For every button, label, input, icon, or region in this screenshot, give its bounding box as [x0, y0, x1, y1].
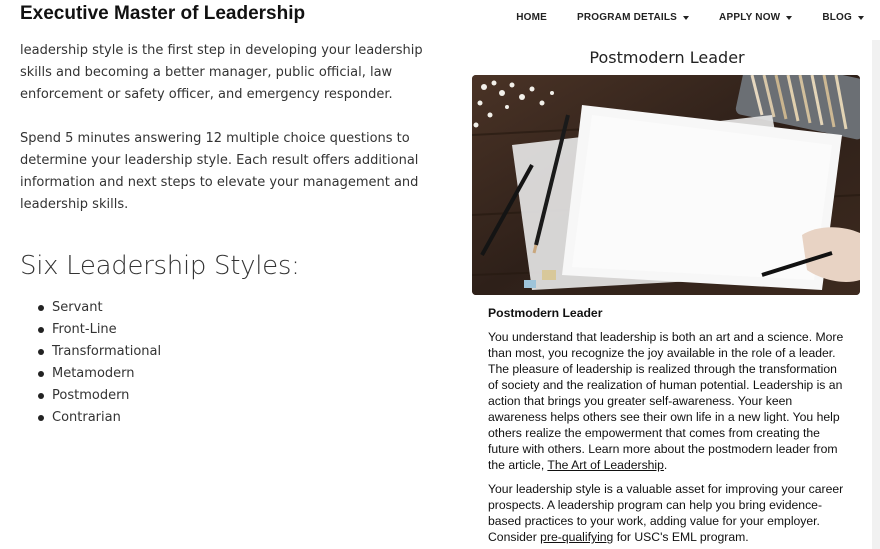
result-title: Postmodern Leader	[589, 48, 745, 67]
nav-program-details-label: PROGRAM DETAILS	[577, 12, 678, 23]
result-heading: Postmodern Leader	[488, 306, 603, 320]
nav-apply-now-label: APPLY NOW	[719, 12, 781, 23]
site-header: Executive Master of Leadership HOME PROG…	[0, 0, 880, 40]
nav-home[interactable]: HOME	[516, 12, 547, 23]
intro-paragraph-1: leadership style is the first step in de…	[20, 43, 423, 102]
list-item: Front-Line	[34, 319, 450, 341]
styles-heading: Six Leadership Styles:	[20, 251, 300, 281]
result-paragraph-2: Your leadership style is a valuable asse…	[488, 481, 846, 545]
page-scrollbar[interactable]	[872, 40, 880, 549]
list-item: Transformational	[34, 341, 450, 363]
result-p1-text: You understand that leadership is both a…	[488, 330, 844, 472]
nav-apply-now[interactable]: APPLY NOW	[719, 12, 793, 23]
chevron-down-icon	[683, 15, 690, 20]
nav-program-details[interactable]: PROGRAM DETAILS	[577, 12, 690, 23]
nav-blog[interactable]: BLOG	[822, 12, 864, 23]
intro-paragraph-2: Spend 5 minutes answering 12 multiple ch…	[20, 131, 419, 212]
leadership-photo	[472, 75, 860, 295]
site-title[interactable]: Executive Master of Leadership	[20, 3, 305, 25]
styles-list: Servant Front-Line Transformational Meta…	[20, 297, 450, 429]
pre-qualifying-link[interactable]: pre-qualifying	[540, 530, 613, 544]
nav-blog-label: BLOG	[822, 12, 852, 23]
result-paragraph-1: You understand that leadership is both a…	[488, 329, 846, 473]
chevron-down-icon	[786, 15, 793, 20]
list-item: Contrarian	[34, 407, 450, 429]
main-nav: HOME PROGRAM DETAILS APPLY NOW BLOG	[486, 12, 864, 23]
list-item: Postmodern	[34, 385, 450, 407]
art-of-leadership-link[interactable]: The Art of Leadership	[547, 458, 664, 472]
desk-illustration	[472, 75, 860, 295]
result-card: Postmodern Leader Postmodern Leader You …	[472, 40, 862, 545]
chevron-down-icon	[858, 15, 864, 20]
nav-home-label: HOME	[516, 12, 547, 23]
list-item: Metamodern	[34, 363, 450, 385]
main-content: leadership style is the first step in de…	[20, 40, 450, 429]
result-p2-end: for USC's EML program.	[613, 530, 749, 544]
result-p1-end: .	[663, 458, 668, 472]
result-description: Postmodern Leader You understand that le…	[472, 295, 862, 545]
list-item: Servant	[34, 297, 450, 319]
